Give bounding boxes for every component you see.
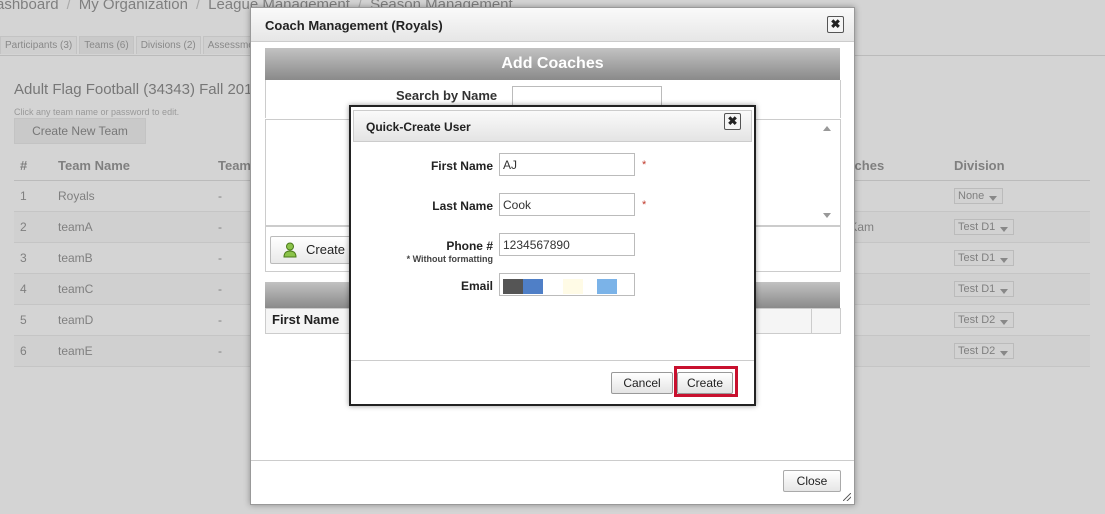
quick-create-user-dialog: Quick-Create User ✖ First Name AJ * Last…	[349, 105, 756, 406]
scroll-up-arrow-icon[interactable]	[823, 126, 831, 131]
dialog-footer-divider	[251, 460, 854, 461]
redaction-block	[503, 279, 523, 294]
quick-create-titlebar[interactable]: Quick-Create User	[353, 110, 752, 142]
redaction-block	[523, 279, 543, 294]
redaction-block	[543, 279, 563, 294]
add-coaches-header: Add Coaches	[265, 48, 840, 80]
last-name-required-marker: *	[642, 199, 647, 211]
cancel-button[interactable]: Cancel	[611, 372, 673, 394]
coach-dialog-close-icon[interactable]: ✖	[827, 16, 844, 33]
create-coach-label: Create	[306, 242, 346, 257]
search-by-name-label: Search by Name	[396, 88, 498, 103]
results-scrollbar[interactable]	[822, 126, 832, 218]
user-add-icon	[283, 242, 297, 258]
create-button-highlight	[674, 366, 738, 397]
email-label: Email	[460, 279, 493, 293]
last-name-label: Last Name	[432, 199, 493, 213]
quick-create-footer-divider	[351, 360, 754, 361]
column-divider	[811, 309, 812, 333]
first-name-input[interactable]: AJ	[499, 153, 635, 176]
phone-format-note: * Without formatting	[406, 254, 493, 264]
last-name-input[interactable]: Cook	[499, 193, 635, 216]
email-redaction	[503, 279, 617, 294]
first-name-required-marker: *	[642, 159, 647, 171]
quick-create-close-icon[interactable]: ✖	[724, 113, 741, 130]
quick-create-title: Quick-Create User	[366, 120, 471, 134]
close-button[interactable]: Close	[783, 470, 841, 492]
resize-grip-icon[interactable]	[843, 493, 851, 501]
scroll-down-arrow-icon[interactable]	[823, 213, 831, 218]
first-name-label: First Name	[430, 159, 493, 173]
redaction-block	[563, 279, 583, 294]
phone-input[interactable]: 1234567890	[499, 233, 635, 256]
phone-label: Phone #	[446, 239, 493, 253]
coach-dialog-title: Coach Management (Royals)	[265, 18, 443, 33]
coach-dialog-titlebar[interactable]: Coach Management (Royals) ✖	[251, 8, 854, 42]
redaction-block	[583, 279, 597, 294]
redaction-block	[597, 279, 617, 294]
col-first-name: First Name	[272, 312, 340, 327]
